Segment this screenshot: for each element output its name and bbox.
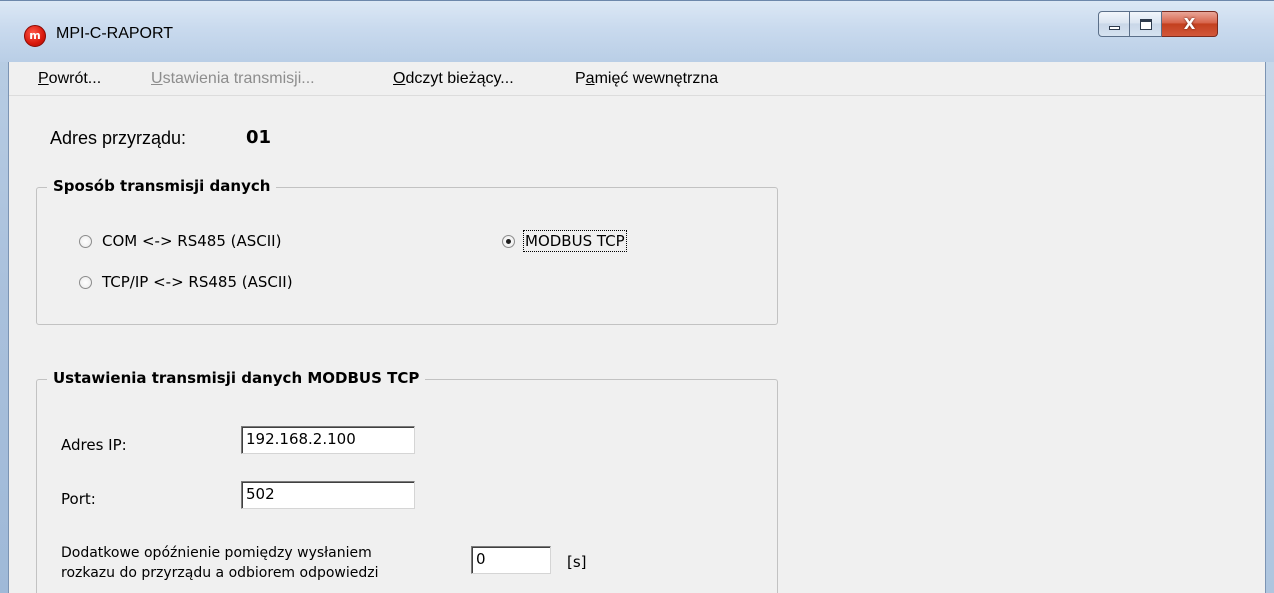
radio-modbus-tcp-circle[interactable]	[502, 234, 515, 248]
transmission-mode-group: Sposób transmisji danych COM <-> RS485 (…	[36, 177, 778, 325]
device-address-label: Adres przyrządu:	[50, 128, 187, 148]
menu-item-odczyt-biezacy[interactable]: Odczyt bieżący...	[393, 70, 514, 88]
maximize-icon	[1139, 18, 1152, 30]
delay-label: Dodatkowe opóźnienie pomiędzy wysłaniem …	[61, 543, 379, 583]
delay-input[interactable]: 0	[471, 546, 551, 574]
radio-tcpip-rs485-label[interactable]: TCP/IP <-> RS485 (ASCII)	[102, 273, 293, 291]
radio-modbus-tcp-label[interactable]: MODBUS TCP	[523, 230, 627, 252]
dialog-content: Adres przyrządu: 01 Sposób transmisji da…	[9, 96, 1265, 593]
menu-item-pamiec-wewnetrzna[interactable]: Pamięć wewnętrzna	[575, 70, 718, 88]
device-address-value: 01	[246, 127, 272, 148]
close-icon: X	[1183, 15, 1196, 33]
ip-address-label: Adres IP:	[61, 436, 127, 454]
minimize-icon	[1108, 26, 1120, 30]
minimize-button[interactable]	[1098, 11, 1130, 37]
window-controls: X	[1098, 11, 1218, 39]
close-button[interactable]: X	[1162, 11, 1218, 37]
maximize-button[interactable]	[1130, 11, 1162, 37]
window-title: MPI-C-RAPORT	[56, 25, 174, 42]
title-bar[interactable]: m MPI-C-RAPORT X	[0, 0, 1274, 62]
delay-unit-label: [s]	[567, 553, 587, 571]
delay-label-line-1: Dodatkowe opóźnienie pomiędzy wysłaniem	[61, 545, 372, 561]
radio-com-rs485[interactable]: COM <-> RS485 (ASCII)	[79, 232, 281, 250]
menu-item-powrot[interactable]: Powrót...	[38, 70, 101, 88]
radio-tcpip-rs485-circle[interactable]	[79, 275, 92, 289]
delay-label-line-2: rozkazu do przyrządu a odbiorem odpowied…	[61, 565, 379, 581]
menu-bar: Powrót... Ustawienia transmisji... Odczy…	[9, 62, 1265, 96]
port-label: Port:	[61, 490, 96, 508]
radio-com-rs485-circle[interactable]	[79, 234, 92, 248]
radio-com-rs485-label[interactable]: COM <-> RS485 (ASCII)	[102, 232, 281, 250]
modbus-settings-title: Ustawienia transmisji danych MODBUS TCP	[47, 369, 426, 387]
menu-item-ustawienia-transmisji[interactable]: Ustawienia transmisji...	[151, 70, 315, 88]
radio-tcpip-rs485[interactable]: TCP/IP <-> RS485 (ASCII)	[79, 273, 293, 291]
window-frame-right	[1265, 0, 1274, 593]
modbus-settings-group: Ustawienia transmisji danych MODBUS TCP …	[36, 369, 778, 593]
port-input[interactable]: 502	[241, 481, 415, 509]
app-logo-icon[interactable]: m	[24, 25, 46, 47]
radio-modbus-tcp[interactable]: MODBUS TCP	[502, 230, 627, 252]
ip-address-input[interactable]: 192.168.2.100	[241, 426, 415, 454]
transmission-mode-title: Sposób transmisji danych	[47, 177, 277, 195]
window-frame-left	[0, 0, 9, 593]
